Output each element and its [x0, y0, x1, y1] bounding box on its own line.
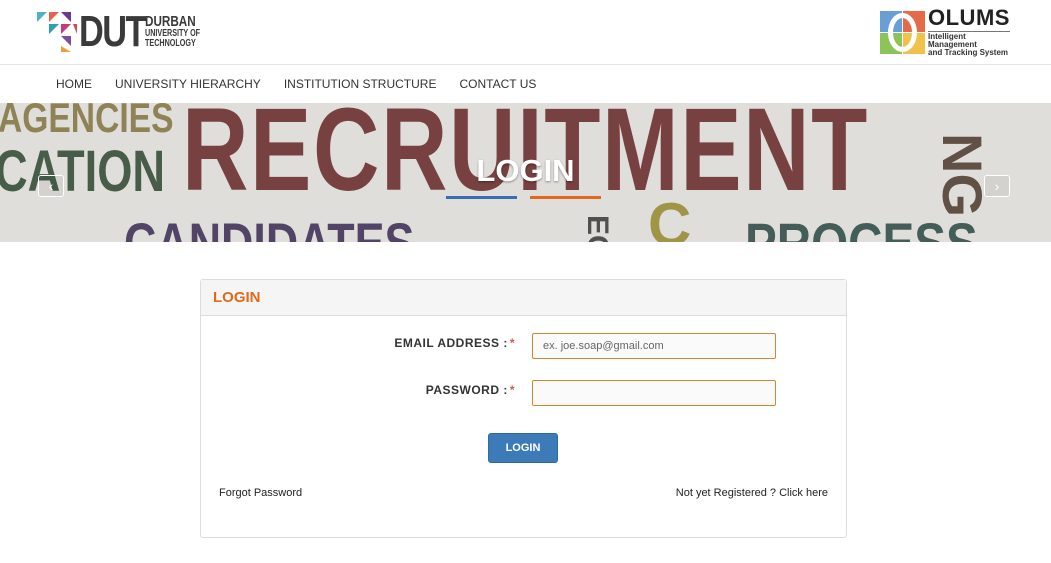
password-input[interactable] — [532, 380, 776, 406]
banner-underline-blue — [446, 196, 517, 199]
banner-underline-orange — [530, 196, 601, 199]
password-label-text: PASSWORD : — [425, 383, 508, 397]
olums-tagline-2: and Tracking System — [928, 48, 1009, 57]
main-nav: HOME UNIVERSITY HIERARCHY INSTITUTION ST… — [0, 65, 1051, 103]
nav-item-home[interactable]: HOME — [56, 77, 92, 91]
olums-tagline-1: Intelligent Management — [928, 32, 977, 49]
login-panel-header: LOGIN — [201, 280, 846, 316]
olums-logo-text: OLUMS Intelligent Management and Trackin… — [928, 7, 1010, 57]
nav-item-contact-us[interactable]: CONTACT US — [459, 77, 536, 91]
login-button[interactable]: LOGIN — [488, 433, 558, 463]
nav-item-institution-structure[interactable]: INSTITUTION STRUCTURE — [284, 77, 437, 91]
register-link[interactable]: Not yet Registered ? Click here — [676, 487, 828, 499]
dut-logo-word: DUT — [79, 7, 146, 56]
login-panel: LOGIN EMAIL ADDRESS :* PASSWORD :* LOGIN… — [200, 279, 847, 538]
email-input[interactable] — [532, 333, 776, 359]
dut-logo-mark-icon — [37, 12, 77, 52]
carousel-prev-button[interactable]: ‹ — [38, 175, 64, 197]
olums-brand: OLUMS — [928, 5, 1010, 30]
olums-logo-mark-icon — [880, 10, 925, 54]
olums-logo[interactable]: OLUMS Intelligent Management and Trackin… — [880, 7, 1010, 57]
carousel-next-button[interactable]: › — [984, 175, 1010, 197]
dut-logo-line1: DURBAN — [145, 13, 196, 30]
login-panel-title: LOGIN — [213, 289, 261, 306]
forgot-password-link[interactable]: Forgot Password — [219, 487, 302, 499]
hero-banner: AGENCIES CATION RECRUITMENT CANDIDATES C… — [0, 103, 1051, 242]
dut-logo-name: DURBAN UNIVERSITY OF TECHNOLOGY — [145, 13, 222, 49]
email-label-text: EMAIL ADDRESS : — [394, 336, 508, 350]
dut-logo[interactable]: DUT DURBAN UNIVERSITY OF TECHNOLOGY — [37, 7, 222, 56]
chevron-left-icon: ‹ — [48, 178, 54, 194]
email-label: EMAIL ADDRESS : * — [394, 336, 515, 350]
nav-item-university-hierarchy[interactable]: UNIVERSITY HIERARCHY — [115, 77, 261, 91]
password-required-mark: * — [509, 383, 515, 397]
dut-logo-line3: TECHNOLOGY — [145, 38, 196, 49]
site-header: DUT DURBAN UNIVERSITY OF TECHNOLOGY OLUM… — [0, 0, 1051, 65]
chevron-right-icon: › — [994, 178, 1000, 194]
email-required-mark: * — [509, 336, 515, 350]
password-label: PASSWORD : * — [426, 383, 515, 397]
banner-title: LOGIN — [476, 153, 575, 188]
